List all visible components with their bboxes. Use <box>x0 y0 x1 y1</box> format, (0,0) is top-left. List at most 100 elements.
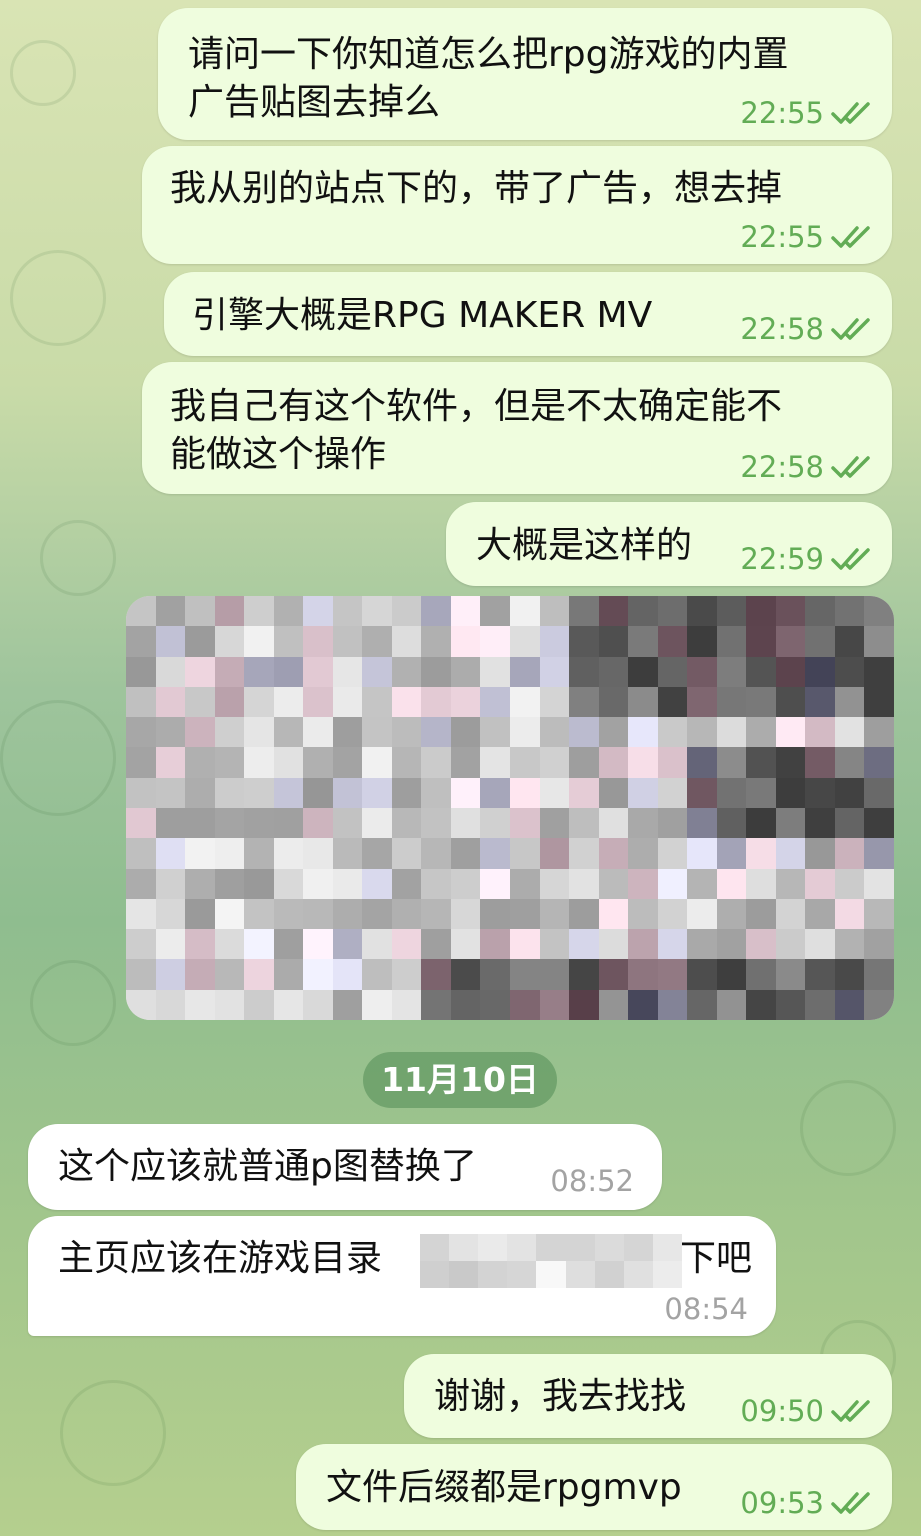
pixel-block <box>746 868 776 899</box>
pixel-block <box>126 808 156 839</box>
pixel-block <box>332 808 363 839</box>
pixel-block <box>716 959 747 990</box>
message-text: 文件后缀都是rpgmvp <box>326 1467 682 1508</box>
pixel-block <box>303 596 333 627</box>
pixel-block <box>391 626 422 657</box>
pixel-block <box>303 656 333 687</box>
outgoing-message[interactable]: 引擎大概是RPG MAKER MV 22:58 <box>164 272 892 356</box>
pixel-block <box>362 808 392 839</box>
pixel-block <box>539 777 570 808</box>
pixel-block <box>126 777 156 808</box>
pixel-block <box>628 747 658 778</box>
pixel-block <box>421 777 451 808</box>
outgoing-message[interactable]: 大概是这样的 22:59 <box>446 502 892 586</box>
pixel-block <box>834 838 865 869</box>
message-time: 22:58 <box>740 450 824 484</box>
pixel-block <box>303 747 333 778</box>
outgoing-message[interactable]: 我从别的站点下的，带了广告，想去掉 22:55 <box>142 146 892 264</box>
pixel-block <box>598 717 629 748</box>
pixel-block <box>244 959 274 990</box>
pixel-block <box>507 1234 537 1261</box>
pixel-block <box>332 838 363 869</box>
pixel-block <box>746 929 776 960</box>
pixel-block <box>303 686 333 718</box>
pixel-block <box>775 868 806 899</box>
pixel-block <box>510 838 540 869</box>
message-text: 我自己有这个软件，但是不太确定能不 <box>170 386 783 427</box>
pixel-block <box>805 838 835 869</box>
pixelated-redaction <box>420 1234 682 1288</box>
pixel-block <box>332 656 363 687</box>
outgoing-message[interactable]: 谢谢，我去找找 09:50 <box>404 1354 892 1438</box>
pixel-block <box>657 626 688 657</box>
pixel-block <box>687 777 717 808</box>
outgoing-message[interactable]: 文件后缀都是rpgmvp 09:53 <box>296 1444 892 1530</box>
double-check-icon <box>831 1400 870 1422</box>
message-time: 22:58 <box>740 312 824 346</box>
pixel-block <box>214 868 245 899</box>
message-time: 08:54 <box>664 1292 748 1326</box>
pixel-block <box>421 808 451 839</box>
pixel-block <box>510 686 540 718</box>
pixel-block <box>391 717 422 748</box>
pixel-block <box>598 596 629 627</box>
pixel-block <box>510 989 540 1020</box>
pixel-block <box>244 626 274 657</box>
pixel-block <box>805 626 835 657</box>
pixel-block <box>155 596 186 627</box>
pixel-block <box>478 1234 508 1261</box>
pixel-block <box>775 686 806 718</box>
pixel-block <box>598 747 629 778</box>
pixel-block <box>421 717 451 748</box>
pixel-block <box>244 868 274 899</box>
pixel-block <box>185 989 215 1020</box>
pixel-block <box>450 626 481 657</box>
pixel-block <box>834 777 865 808</box>
pixel-block <box>510 717 540 748</box>
pixelated-photo-message[interactable] <box>126 596 894 1020</box>
pixel-block <box>746 596 776 627</box>
message-text: 能做这个操作 <box>170 434 387 475</box>
pixel-block <box>539 868 570 899</box>
pixel-block <box>303 838 333 869</box>
pixel-block <box>421 656 451 687</box>
pixel-block <box>657 656 688 687</box>
pixel-block <box>510 808 540 839</box>
message-time: 22:59 <box>740 542 824 576</box>
message-text: 下吧 <box>680 1238 753 1279</box>
pixel-block <box>687 868 717 899</box>
pixel-block <box>421 959 451 990</box>
pixel-block <box>834 747 865 778</box>
pixel-block <box>185 838 215 869</box>
pixel-block <box>598 777 629 808</box>
message-meta: 08:52 <box>550 1164 634 1198</box>
pixel-block <box>244 929 274 960</box>
pixel-block <box>716 686 747 718</box>
incoming-message[interactable]: 这个应该就普通p图替换了 08:52 <box>28 1124 662 1210</box>
pixel-block <box>391 868 422 899</box>
pixel-block <box>539 626 570 657</box>
outgoing-message[interactable]: 请问一下你知道怎么把rpg游戏的内置 广告贴图去掉么 22:55 <box>158 8 892 140</box>
pixel-block <box>480 717 510 748</box>
pixel-block <box>864 596 894 627</box>
pixel-block <box>569 777 599 808</box>
outgoing-message[interactable]: 我自己有这个软件，但是不太确定能不 能做这个操作 22:58 <box>142 362 892 494</box>
message-time: 08:52 <box>550 1164 634 1198</box>
pixel-block <box>214 808 245 839</box>
pixel-block <box>746 656 776 687</box>
pixel-block <box>716 898 747 930</box>
pixel-block <box>214 929 245 960</box>
pixel-block <box>244 838 274 869</box>
message-text: 谢谢，我去找找 <box>434 1376 687 1417</box>
pixel-block <box>244 747 274 778</box>
pixel-block <box>687 626 717 657</box>
pixel-block <box>155 868 186 899</box>
pixel-block <box>450 989 481 1020</box>
pixel-block <box>539 838 570 869</box>
doodle-circle <box>0 700 116 816</box>
pixel-block <box>716 838 747 869</box>
doodle-circle <box>40 520 116 596</box>
pixel-block <box>539 656 570 687</box>
pixel-block <box>332 959 363 990</box>
pixel-block <box>421 747 451 778</box>
